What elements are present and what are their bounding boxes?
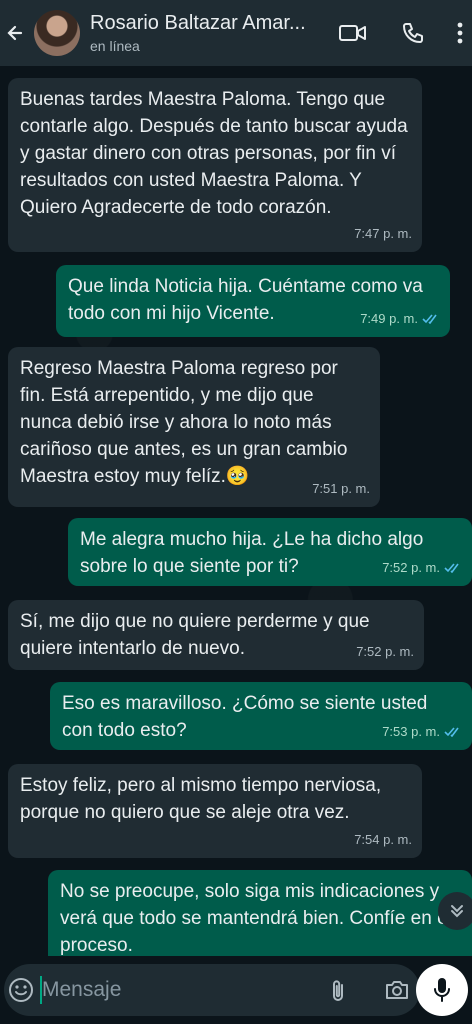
message-incoming[interactable]: Regreso Maestra Paloma regreso por fin. … <box>8 347 380 507</box>
camera-icon[interactable] <box>384 979 410 1006</box>
read-receipt-icon <box>444 563 459 573</box>
contact-avatar[interactable] <box>34 10 80 56</box>
voice-message-button[interactable] <box>416 964 468 1016</box>
message-incoming[interactable]: Sí, me dijo que no quiere perderme y que… <box>8 600 424 670</box>
contact-status: en línea <box>90 38 140 54</box>
message-outgoing[interactable]: No se preocupe, solo siga mis indicacion… <box>48 870 472 956</box>
message-outgoing[interactable]: Me alegra mucho hija. ¿Le ha dicho algo … <box>68 518 472 586</box>
message-time: 7:47 p. m. <box>354 226 412 241</box>
message-input[interactable]: Mensaje <box>42 978 121 1002</box>
double-chevron-down-icon <box>451 905 463 918</box>
message-text: Regreso Maestra Paloma regreso por fin. … <box>20 358 348 487</box>
message-text: Sí, me dijo que no quiere perderme y que… <box>20 611 370 659</box>
message-text: Estoy feliz, pero al mismo tiempo nervio… <box>20 775 382 823</box>
message-text: Buenas tardes Maestra Paloma. Tengo que … <box>20 89 408 218</box>
read-receipt-icon <box>422 314 437 324</box>
contact-name: Rosario Baltazar Amar... <box>90 12 306 34</box>
more-options-icon[interactable] <box>450 18 470 48</box>
message-input-container[interactable]: Mensaje <box>4 964 420 1016</box>
message-time: 7:52 p. m. <box>382 554 462 581</box>
read-receipt-icon <box>444 727 459 737</box>
chat-header: Rosario Baltazar Amar... en línea <box>0 0 472 66</box>
message-time: 7:52 p. m. <box>356 644 414 659</box>
message-outgoing[interactable]: Eso es maravilloso. ¿Cómo se siente uste… <box>50 682 472 750</box>
message-incoming[interactable]: Estoy feliz, pero al mismo tiempo nervio… <box>8 764 422 858</box>
phone-call-icon[interactable] <box>398 18 428 48</box>
message-text: No se preocupe, solo siga mis indicacion… <box>60 881 452 956</box>
message-outgoing[interactable]: Que linda Noticia hija. Cuéntame como va… <box>56 265 450 337</box>
message-composer: Mensaje <box>0 956 472 1024</box>
attach-icon[interactable] <box>328 978 348 1009</box>
message-time: 7:49 p. m. <box>360 305 440 332</box>
message-time: 7:51 p. m. <box>312 481 370 496</box>
back-arrow-icon[interactable] <box>2 0 28 66</box>
message-incoming[interactable]: Buenas tardes Maestra Paloma. Tengo que … <box>8 78 422 252</box>
scroll-to-bottom-button[interactable] <box>438 892 472 930</box>
contact-info[interactable]: Rosario Baltazar Amar... en línea <box>90 12 340 54</box>
message-time: 7:54 p. m. <box>354 832 412 847</box>
emoji-icon[interactable] <box>8 977 34 1008</box>
message-time: 7:53 p. m. <box>382 718 462 745</box>
microphone-icon <box>434 978 450 1002</box>
emoji: 🥹 <box>225 466 250 487</box>
video-call-icon[interactable] <box>338 18 368 48</box>
